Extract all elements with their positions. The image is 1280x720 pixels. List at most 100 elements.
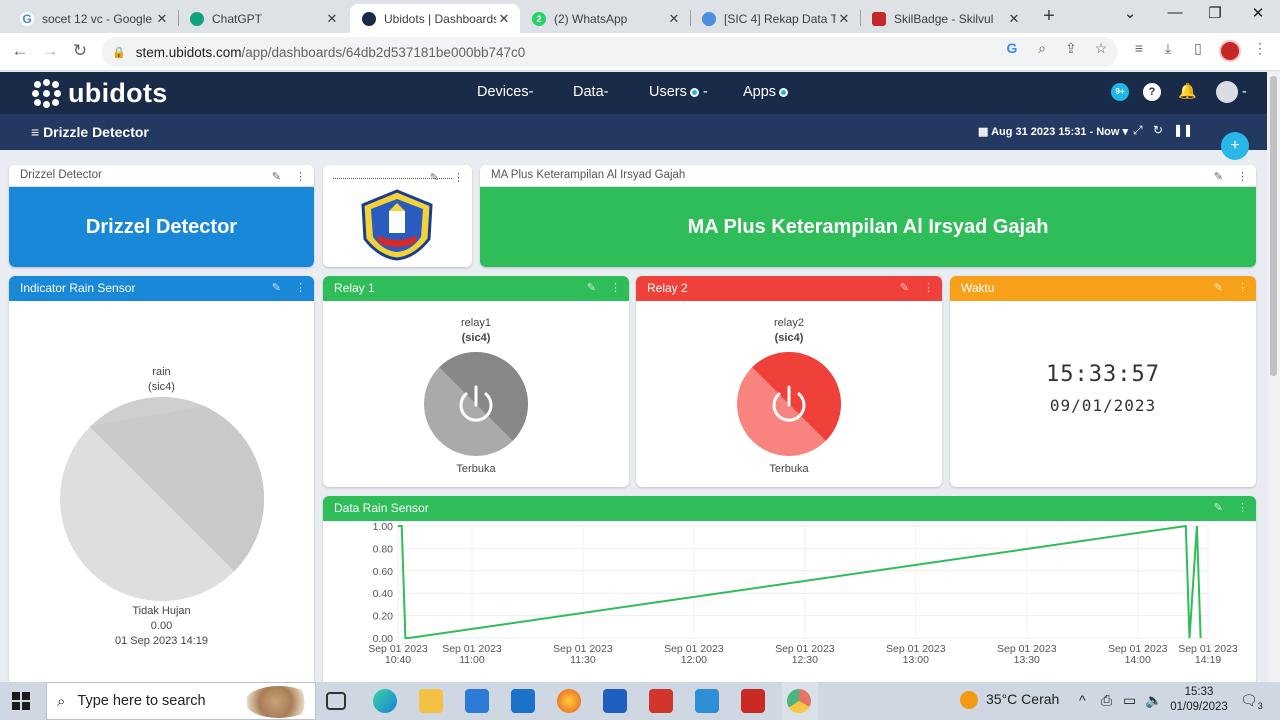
school-name-text: MA Plus Keterampilan Al Irsyad Gajah — [480, 187, 1256, 267]
side-panel-icon[interactable]: ▯ — [1187, 40, 1209, 57]
relay1-switch-button[interactable] — [423, 351, 529, 457]
x-tick-time: 10:40 — [385, 654, 411, 666]
tab-search-icon[interactable]: ⌄ — [1120, 4, 1140, 22]
foxit-icon[interactable] — [649, 689, 673, 713]
ubidots-logo[interactable]: ubidots — [32, 78, 168, 109]
close-window-icon[interactable]: ✕ — [1248, 4, 1268, 22]
pencil-icon[interactable]: ✎ — [1214, 170, 1223, 183]
refresh-icon[interactable]: ↻ — [1153, 123, 1163, 137]
download-icon[interactable]: ⤓ — [1157, 40, 1179, 57]
widget-controls: ✎ ⋮ — [272, 281, 306, 294]
more-options-icon[interactable]: ⋮ — [295, 281, 306, 294]
more-options-icon[interactable]: ⋮ — [453, 171, 464, 184]
bookmark-star-icon[interactable]: ☆ — [1090, 40, 1112, 57]
share-icon[interactable]: ⇪ — [1060, 40, 1082, 57]
pencil-icon[interactable]: ✎ — [587, 281, 596, 294]
reading-list-icon[interactable]: ≡ — [1128, 40, 1150, 56]
bell-icon[interactable]: 🔔 — [1178, 83, 1197, 101]
url-field[interactable]: 🔒 stem.ubidots.com/app/dashboards/64db2d… — [102, 37, 1118, 67]
forward-icon[interactable]: → — [39, 41, 61, 61]
pencil-icon[interactable]: ✎ — [900, 281, 909, 294]
zoom-icon[interactable]: ⌕ — [1031, 40, 1053, 57]
lock-icon: 🔒 — [112, 46, 126, 59]
firefox-icon[interactable] — [557, 689, 581, 713]
more-options-icon[interactable]: ⋮ — [1237, 170, 1248, 183]
nav-apps[interactable]: Apps — [743, 84, 789, 100]
google-icon: G — [20, 11, 34, 26]
browser-menu-icon[interactable]: ⋮ — [1249, 40, 1271, 57]
pencil-icon[interactable]: ✎ — [430, 171, 439, 184]
back-icon[interactable]: ← — [9, 41, 31, 61]
pause-icon[interactable]: ❚❚ — [1173, 123, 1193, 137]
document-icon — [702, 11, 716, 26]
photos-icon[interactable] — [695, 689, 719, 713]
taskbar-clock[interactable]: 15:33 01/09/2023 — [1170, 685, 1228, 715]
widget-header: MA Plus Keterampilan Al Irsyad Gajah — [480, 165, 1256, 187]
more-options-icon[interactable]: ⋮ — [923, 281, 934, 294]
relay2-switch-button[interactable] — [736, 351, 842, 457]
hamburger-icon[interactable]: ≡ — [31, 124, 39, 140]
new-badge-icon — [779, 87, 789, 97]
close-tab-icon[interactable]: ✕ — [496, 11, 512, 27]
more-options-icon[interactable]: ⋮ — [1237, 281, 1248, 294]
nav-users[interactable]: Users - — [649, 84, 708, 100]
pencil-icon[interactable]: ✎ — [1214, 281, 1223, 294]
file-explorer-icon[interactable] — [419, 689, 443, 713]
reload-icon[interactable]: ↻ — [69, 41, 91, 61]
page-scrollbar[interactable] — [1267, 72, 1280, 682]
more-options-icon[interactable]: ⋮ — [610, 281, 621, 294]
close-tab-icon[interactable]: ✕ — [1006, 11, 1022, 27]
acrobat-icon[interactable] — [741, 689, 765, 713]
task-view-icon[interactable] — [326, 692, 346, 710]
meet-now-icon[interactable]: ⎙ — [1101, 692, 1112, 709]
word-icon[interactable] — [603, 689, 627, 713]
rain-chart-widget: Data Rain Sensor ✎ ⋮ 0.00 0.20 0.40 0.60 0.80… — [323, 496, 1256, 686]
notification-center-icon[interactable]: 🗨3 — [1240, 692, 1263, 711]
taskbar-search-input[interactable]: ⌕ Type here to search — [46, 682, 316, 720]
new-tab-button[interactable]: + — [1040, 6, 1058, 28]
tab-ubidots[interactable]: Ubidots | Dashboards ✕ — [350, 4, 520, 33]
fullscreen-icon[interactable]: ⤢ — [1133, 123, 1143, 138]
edge-icon[interactable] — [373, 689, 397, 713]
dashboard-title[interactable]: ≡ Drizzle Detector — [31, 124, 149, 140]
date-range-picker[interactable]: ▦ Aug 31 2023 15:31 - Now ▾ — [978, 125, 1128, 138]
network-icon[interactable]: ▭ — [1123, 692, 1136, 709]
pencil-icon[interactable]: ✎ — [272, 170, 281, 183]
tab-whatsapp[interactable]: 2 (2) WhatsApp ✕ — [520, 4, 690, 33]
close-tab-icon[interactable]: ✕ — [154, 11, 170, 27]
close-tab-icon[interactable]: ✕ — [836, 11, 852, 27]
profile-avatar[interactable] — [1219, 40, 1241, 62]
user-avatar-icon[interactable] — [1216, 81, 1238, 103]
windows-start-icon[interactable] — [12, 692, 30, 710]
widget-controls: ✎ ⋮ — [272, 170, 306, 183]
more-options-icon[interactable]: ⋮ — [1237, 501, 1248, 514]
store-icon[interactable] — [465, 689, 489, 713]
volume-icon[interactable]: 🔈 — [1145, 692, 1162, 709]
user-menu-chevron-icon[interactable]: - — [1242, 84, 1247, 100]
nav-data[interactable]: Data- — [573, 84, 608, 100]
mail-icon[interactable] — [511, 689, 535, 713]
tab-rekap-data[interactable]: [SIC 4] Rekap Data Tu ✕ — [690, 4, 860, 33]
google-lens-icon[interactable]: G — [1001, 40, 1023, 56]
pencil-icon[interactable]: ✎ — [272, 281, 281, 294]
tray-overflow-icon[interactable]: ^ — [1079, 692, 1086, 708]
notifications-count-badge[interactable]: 9+ — [1111, 83, 1129, 101]
close-tab-icon[interactable]: ✕ — [324, 11, 340, 27]
tab-google-search[interactable]: G socet 12 vc - Google S ✕ — [8, 4, 178, 33]
tab-chatgpt[interactable]: ChatGPT ✕ — [178, 4, 348, 33]
pencil-icon[interactable]: ✎ — [1214, 501, 1223, 514]
widget-controls: ✎ ⋮ — [587, 281, 621, 294]
widget-controls: ✎ ⋮ — [1214, 170, 1248, 183]
ubidots-header: ubidots Devices- Data- Users - Apps 9+ ?… — [0, 72, 1267, 114]
close-tab-icon[interactable]: ✕ — [666, 11, 682, 27]
nav-devices[interactable]: Devices- — [477, 84, 533, 100]
scrollbar-thumb[interactable] — [1270, 76, 1277, 376]
more-options-icon[interactable]: ⋮ — [295, 170, 306, 183]
restore-icon[interactable]: ❐ — [1205, 4, 1225, 22]
minimize-icon[interactable]: — — [1165, 4, 1185, 21]
help-icon[interactable]: ? — [1143, 83, 1161, 101]
weather-widget[interactable]: 35°C Cerah — [960, 691, 1059, 710]
tab-skilbadge[interactable]: SkilBadge - Skilvul ✕ — [860, 4, 1030, 33]
add-widget-button[interactable]: + — [1221, 132, 1249, 160]
tab-title: Ubidots | Dashboards — [384, 11, 496, 26]
